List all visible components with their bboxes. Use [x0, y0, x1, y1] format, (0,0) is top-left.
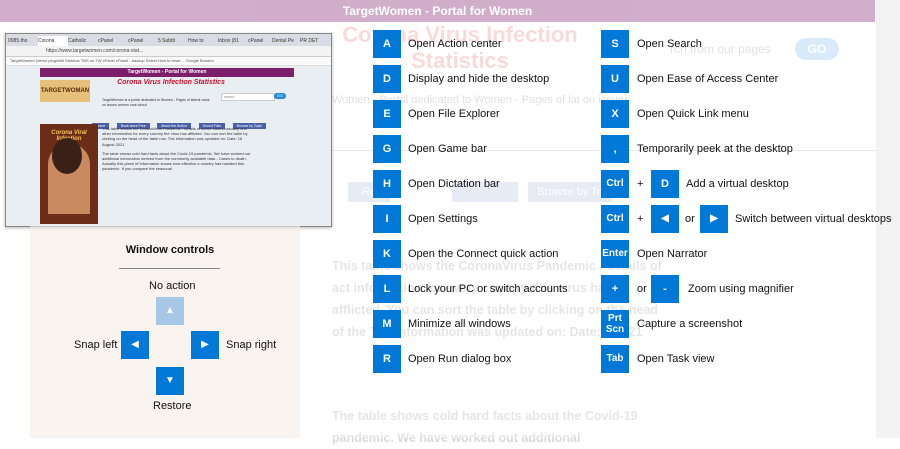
shortcut-label: Open Action center	[408, 38, 502, 50]
arrow-right-icon: ▶	[700, 205, 728, 233]
divider	[119, 268, 220, 269]
thumbnail-content: This table shows the CoronaVirus Pandemi…	[102, 126, 252, 226]
thumbnail-title: Corona Virus Infection Statistics	[117, 79, 225, 86]
thumbnail-tab: 0085.tho	[8, 38, 28, 44]
shortcut-label: Open the Connect quick action	[408, 248, 559, 260]
snap-right-label: Snap right	[226, 339, 277, 351]
thumbnail-search: search	[221, 93, 275, 101]
shortcut-label: Open Settings	[408, 213, 478, 225]
key-m: M	[373, 310, 401, 338]
arrow-left-icon: ◀	[651, 205, 679, 233]
key-a: A	[373, 30, 401, 58]
key-tab: Tab	[601, 345, 629, 373]
plus-sign: +	[637, 178, 644, 190]
arrow-down-icon[interactable]: ▼	[156, 367, 184, 395]
thumbnail-logo: TARGETWOMAN	[40, 80, 90, 102]
arrow-up-icon[interactable]: ▲	[156, 297, 184, 325]
key-prtscn-line2: Scn	[605, 324, 625, 335]
key-prtscn: Prt Scn	[601, 310, 629, 338]
key-g: G	[373, 135, 401, 163]
key-ctrl: Ctrl	[601, 170, 629, 198]
thumbnail-tab: Corona	[38, 36, 68, 46]
thumbnail-subtitle: TargetWomen is a portal dedicated to Wom…	[102, 98, 210, 107]
key-minus: -	[651, 275, 679, 303]
shortcut-label: Open Run dialog box	[408, 353, 512, 365]
thumbnail-tab: Inbox (81	[218, 38, 239, 44]
thumbnail-tab: Dental Pe	[272, 38, 294, 44]
shortcut-label: Open Quick Link menu	[637, 108, 749, 120]
shortcut-label: Open Task view	[637, 353, 715, 365]
person-hair-illustration	[52, 138, 82, 174]
or-text: or	[637, 283, 647, 295]
shortcut-label: Minimize all windows	[408, 318, 511, 330]
thumbnail-nav: Home Book store Free About the Author So…	[92, 114, 269, 129]
arrow-left-icon[interactable]: ◀	[121, 331, 149, 359]
key-l: L	[373, 275, 401, 303]
key-i: I	[373, 205, 401, 233]
browser-thumbnail[interactable]: 0085.tho Corona Catholic cPanel cPanel 5…	[5, 33, 332, 227]
shortcut-label: Open Dictation bar	[408, 178, 500, 190]
thumbnail-tab: 5 Subtit	[158, 38, 175, 44]
key-h: H	[373, 170, 401, 198]
thumbnail-tab: cPanel	[128, 38, 144, 44]
thumbnail-go: GO	[274, 93, 286, 99]
key-d: D	[651, 170, 679, 198]
key-k: K	[373, 240, 401, 268]
shortcut-label: Switch between virtual desktops	[735, 213, 892, 225]
shortcut-label: Open Narrator	[637, 248, 708, 260]
key-prtscn-line1: Prt	[608, 313, 622, 324]
shortcut-label: Zoom using magnifier	[688, 283, 794, 295]
key-enter: Enter	[601, 240, 629, 268]
shortcut-label: Capture a screenshot	[637, 318, 743, 330]
thumbnail-tabstrip: 0085.tho Corona Catholic cPanel cPanel 5…	[6, 34, 331, 46]
key-d: D	[373, 65, 401, 93]
shortcut-label: Open File Explorer	[408, 108, 500, 120]
thumbnail-page: TargetWomen - Portal for Women TARGETWOM…	[6, 66, 331, 226]
window-controls-panel: Window controls No action ▲ Snap left ◀ …	[30, 225, 300, 438]
or-text: or	[685, 213, 695, 225]
thumbnail-paragraph: This table shows the CoronaVirus Pandemi…	[102, 126, 248, 147]
key-plus: +	[601, 275, 629, 303]
thumbnail-tab: Catholic	[68, 38, 87, 44]
plus-sign: +	[637, 213, 644, 225]
shortcut-label: Temporarily peek at the desktop	[637, 143, 793, 155]
thumbnail-bookmarks: TargetWomen (demo pluginlist Webinar TBS…	[6, 57, 331, 66]
no-action-label: No action	[149, 280, 196, 292]
shortcut-label: Add a virtual desktop	[686, 178, 789, 190]
key-e: E	[373, 100, 401, 128]
key-x: X	[601, 100, 629, 128]
restore-label: Restore	[153, 400, 192, 412]
key-comma: ,	[601, 135, 629, 163]
arrow-right-icon[interactable]: ▶	[191, 331, 219, 359]
shortcut-label: Open Game bar	[408, 143, 487, 155]
thumbnail-url-bar: https://www.targetwomen.com/corona-stat.…	[6, 46, 331, 57]
thumbnail-sidebar-image: Corona Viral Infection	[40, 124, 98, 224]
snap-left-label: Snap left	[74, 339, 118, 351]
window-controls-title: Window controls	[125, 244, 215, 256]
thumbnail-paragraph: The table shows cold hard facts about th…	[102, 150, 251, 172]
thumbnail-header: TargetWomen - Portal for Women	[40, 68, 294, 77]
key-s: S	[601, 30, 629, 58]
shortcut-label: Open Ease of Access Center	[637, 73, 779, 85]
thumbnail-tab: cPanel	[98, 38, 114, 44]
shortcut-label: Open Search	[637, 38, 702, 50]
key-ctrl: Ctrl	[601, 205, 629, 233]
thumbnail-tab: PR DET	[300, 38, 319, 44]
key-u: U	[601, 65, 629, 93]
shortcut-label: Display and hide the desktop	[408, 73, 550, 85]
shortcut-label: Lock your PC or switch accounts	[408, 283, 568, 295]
thumbnail-tab: How to	[188, 38, 204, 44]
key-r: R	[373, 345, 401, 373]
